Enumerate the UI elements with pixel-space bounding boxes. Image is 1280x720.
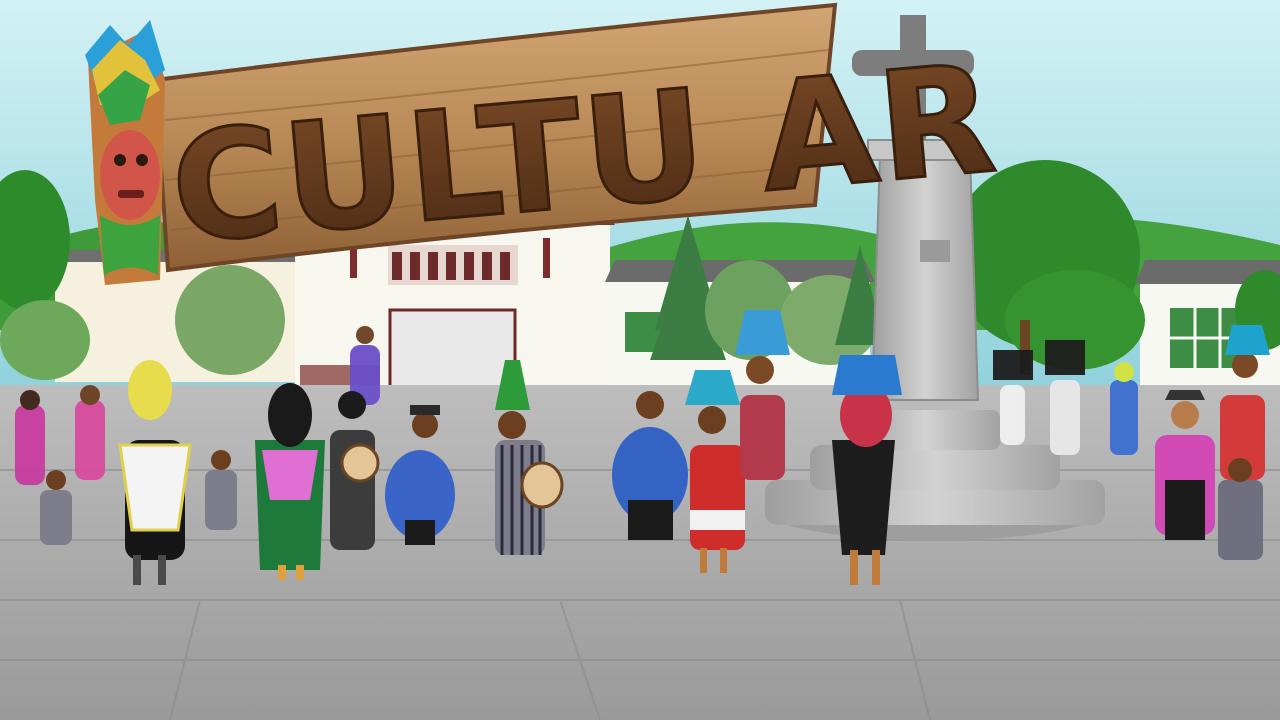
scene-canvas: CULTU AR [0, 0, 1280, 720]
game-scene: CULTU AR [0, 0, 1280, 720]
